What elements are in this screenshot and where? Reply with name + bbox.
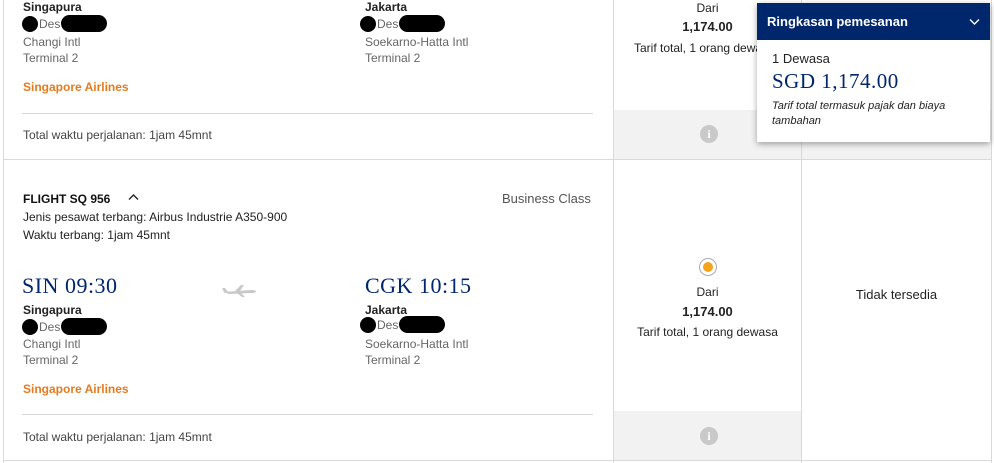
airline-name: Singapore Airlines xyxy=(23,382,129,396)
fare-unavailable: Tidak tersedia xyxy=(855,287,938,302)
info-icon[interactable]: i xyxy=(700,427,718,445)
dest-date: Des xyxy=(360,316,446,333)
plane-icon xyxy=(221,284,257,303)
date-text: Des xyxy=(39,319,61,334)
origin-city: Singapura xyxy=(23,0,82,14)
section-divider xyxy=(22,414,593,415)
origin-date: Des xyxy=(22,318,108,335)
dest-city: Jakarta xyxy=(365,303,408,317)
info-icon[interactable]: i xyxy=(700,125,718,143)
column-divider xyxy=(3,0,4,463)
booking-summary-title: Ringkasan pemesanan xyxy=(767,14,908,29)
origin-date: Des xyxy=(22,15,108,32)
redaction-mask xyxy=(61,15,108,32)
redaction-mask xyxy=(360,316,376,333)
section-divider xyxy=(22,113,593,114)
fare-price[interactable]: 1,174.00 xyxy=(614,304,801,319)
dest-airport: Soekarno-Hatta Intl xyxy=(365,337,469,351)
origin-airport: Changi Intl xyxy=(23,337,81,351)
booking-total-price: SGD 1,174.00 xyxy=(772,69,899,93)
column-divider xyxy=(991,0,992,463)
origin-terminal: Terminal 2 xyxy=(23,51,79,65)
total-travel-time: Total waktu perjalanan: 1jam 45mnt xyxy=(23,430,212,444)
fare-note: Tarif total, 1 orang dewasa xyxy=(637,325,778,339)
origin-terminal: Terminal 2 xyxy=(23,353,79,367)
booking-summary-panel: Ringkasan pemesanan 1 Dewasa SGD 1,174.0… xyxy=(757,3,990,142)
radio-dot xyxy=(703,262,713,272)
row-divider xyxy=(3,159,992,160)
date-text: Des xyxy=(377,16,399,31)
column-divider xyxy=(613,0,614,463)
redaction-mask xyxy=(399,316,446,333)
airline-name: Singapore Airlines xyxy=(23,80,129,94)
redaction-mask xyxy=(399,15,446,32)
aircraft-type: Jenis pesawat terbang: Airbus Industrie … xyxy=(23,210,288,224)
row-divider xyxy=(3,460,992,461)
dest-terminal: Terminal 2 xyxy=(365,51,421,65)
origin-airport: Changi Intl xyxy=(23,35,81,49)
date-text: Des xyxy=(39,16,61,31)
booking-summary-header[interactable]: Ringkasan pemesanan xyxy=(757,3,990,40)
flight-number[interactable]: FLIGHT SQ 956 xyxy=(23,192,110,206)
redaction-mask xyxy=(360,15,376,32)
arrival-time: CGK 10:15 xyxy=(365,273,472,298)
booking-total-note: Tarif total termasuk pajak dan biaya tam… xyxy=(772,100,946,127)
cabin-class: Business Class xyxy=(502,191,591,206)
fare-note: Tarif total, 1 orang dewasa xyxy=(634,41,775,55)
flight-duration: Waktu terbang: 1jam 45mnt xyxy=(23,228,170,242)
fare-from-label: Dari xyxy=(696,285,719,299)
departure-time: SIN 09:30 xyxy=(22,273,118,298)
passenger-count: 1 Dewasa xyxy=(772,51,830,66)
redaction-mask xyxy=(61,318,108,335)
total-travel-time: Total waktu perjalanan: 1jam 45mnt xyxy=(23,128,212,142)
chevron-up-icon[interactable] xyxy=(128,190,139,204)
dest-airport: Soekarno-Hatta Intl xyxy=(365,35,469,49)
redaction-mask xyxy=(22,318,38,335)
dest-terminal: Terminal 2 xyxy=(365,353,421,367)
dest-date: Des xyxy=(360,15,446,32)
date-text: Des xyxy=(377,317,399,332)
fare-radio-selected[interactable] xyxy=(699,258,717,276)
redaction-mask xyxy=(22,15,38,32)
origin-city: Singapura xyxy=(23,303,82,317)
chevron-down-icon[interactable] xyxy=(969,14,980,29)
dest-city: Jakarta xyxy=(365,0,408,14)
